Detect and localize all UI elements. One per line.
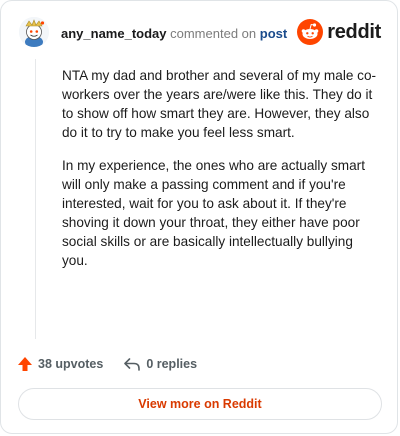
- reddit-logo-icon: [297, 19, 324, 45]
- commented-on-text: commented on: [170, 26, 257, 41]
- username-link[interactable]: any_name_today: [61, 26, 167, 41]
- comment-paragraph: In my experience, the ones who are actua…: [62, 158, 365, 268]
- user-avatar[interactable]: [19, 17, 49, 47]
- upvote-arrow-icon: [18, 357, 32, 371]
- upvote-count: 38 upvotes: [38, 357, 104, 371]
- view-more-button[interactable]: View more on Reddit: [18, 388, 382, 420]
- reddit-comment-card: any_name_today commented on post reddit …: [0, 0, 398, 434]
- brand-wordmark: reddit: [327, 20, 381, 43]
- comment-paragraph: NTA my dad and brother and several of my…: [62, 68, 377, 140]
- reply-button[interactable]: 0 replies: [123, 356, 197, 372]
- comment-body: NTA my dad and brother and several of my…: [62, 66, 380, 284]
- thread-line: [35, 59, 36, 339]
- comment-meta: any_name_today commented on post: [61, 26, 287, 41]
- comment-actions: 38 upvotes 0 replies: [17, 353, 217, 375]
- comment-header: any_name_today commented on post reddit: [17, 15, 381, 51]
- reply-count: 0 replies: [146, 357, 198, 371]
- upvote-button[interactable]: 38 upvotes: [17, 356, 103, 372]
- post-link[interactable]: post: [260, 26, 287, 41]
- snoo-avatar-icon: [19, 17, 49, 47]
- reddit-logo[interactable]: reddit: [297, 18, 381, 46]
- reply-arrow-icon: [124, 358, 141, 371]
